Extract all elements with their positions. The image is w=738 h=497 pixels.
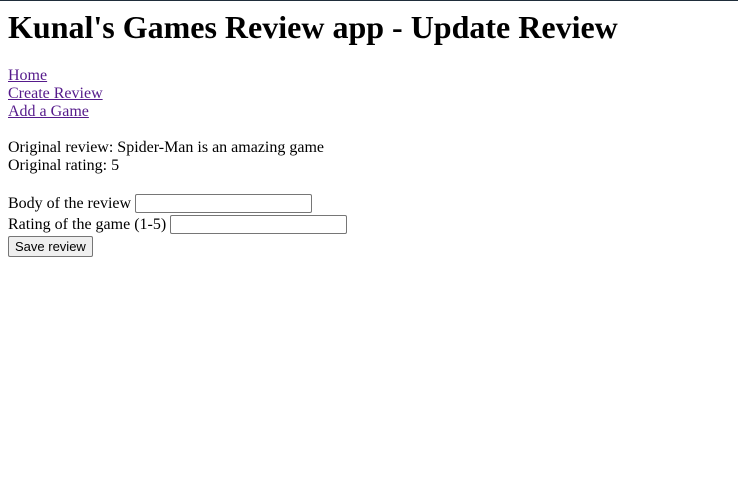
add-game-link[interactable]: Add a Game [8, 103, 103, 121]
page-title: Kunal's Games Review app - Update Review [8, 9, 618, 45]
save-review-button[interactable]: Save review [8, 236, 93, 257]
original-review-info: Original review: Spider-Man is an amazin… [8, 139, 324, 175]
nav-links: Home Create Review Add a Game [8, 67, 103, 121]
original-review-text: Original review: Spider-Man is an amazin… [8, 139, 325, 156]
home-link[interactable]: Home [8, 67, 103, 85]
rating-input[interactable] [170, 215, 348, 234]
rating-label: Rating of the game (1-5) [8, 215, 167, 233]
body-row: Body of the review [8, 193, 347, 214]
rating-row: Rating of the game (1-5) [8, 214, 348, 235]
original-rating-text: Original rating: 5 [8, 157, 120, 174]
body-input[interactable] [135, 194, 313, 213]
update-review-form: Body of the review Rating of the game (1… [8, 193, 348, 257]
body-label: Body of the review [8, 194, 132, 212]
create-review-link[interactable]: Create Review [8, 85, 103, 103]
top-border [0, 0, 738, 1]
